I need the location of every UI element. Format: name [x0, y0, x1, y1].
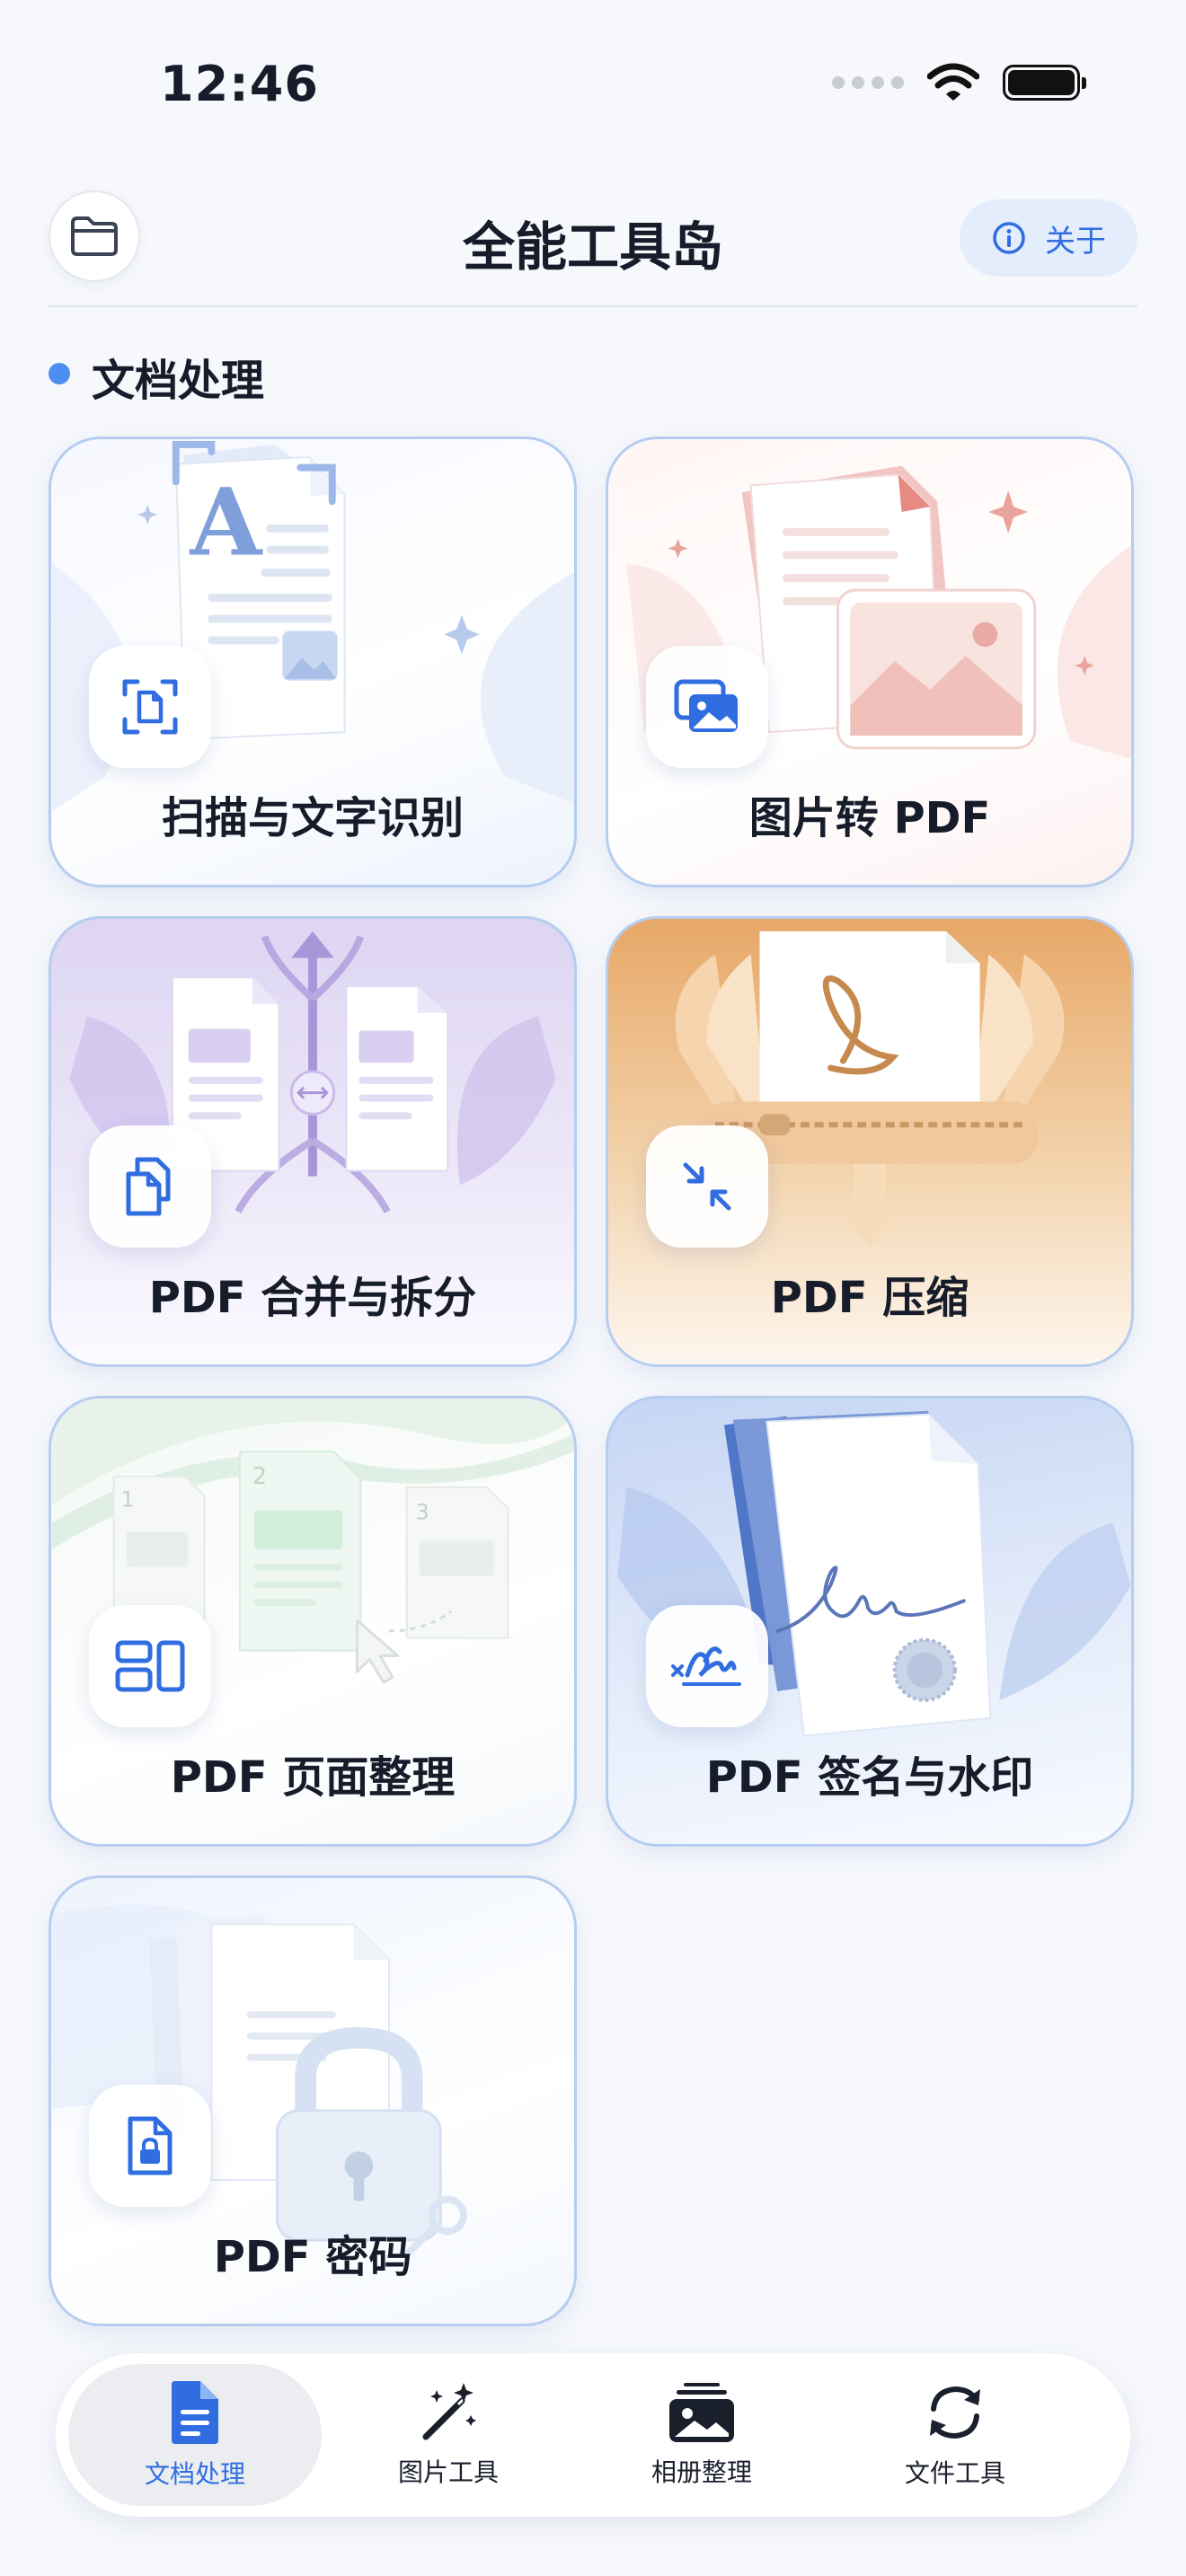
tool-card-label: PDF 合并与拆分 — [148, 1273, 477, 1323]
tool-card-pdf-password[interactable]: PDF 密码 — [49, 1875, 577, 2326]
cellular-icon — [832, 76, 904, 89]
status-icons — [832, 63, 1086, 102]
tool-card-pdf-sign-watermark[interactable]: PDF 签名与水印 — [606, 1396, 1134, 1847]
scan-document-icon — [89, 646, 211, 768]
locked-document-icon — [89, 2085, 211, 2207]
tool-card-scan-ocr[interactable]: A 扫描与文字识别 — [49, 437, 577, 887]
about-button[interactable]: 关于 — [960, 199, 1137, 277]
tool-card-pdf-merge-split[interactable]: PDF 合并与拆分 — [49, 916, 577, 1367]
tab-documents[interactable]: 文档处理 — [68, 2364, 322, 2506]
page-number: 2 — [252, 1463, 267, 1490]
tool-card-image-to-pdf[interactable]: 图片转 PDF — [606, 437, 1134, 887]
tab-file-tools[interactable]: 文件工具 — [828, 2364, 1082, 2506]
tool-card-label: 图片转 PDF — [748, 793, 991, 843]
tab-album-organize[interactable]: 相册整理 — [575, 2364, 828, 2506]
tab-label: 文件工具 — [904, 2458, 1005, 2488]
page-number: 3 — [416, 1499, 429, 1524]
tool-card-label: PDF 签名与水印 — [705, 1752, 1034, 1803]
tab-label: 文档处理 — [144, 2459, 245, 2489]
tab-label: 图片工具 — [397, 2457, 499, 2487]
copy-documents-icon — [89, 1125, 211, 1248]
wifi-icon — [927, 63, 979, 101]
section-dot — [49, 363, 70, 384]
section-title: 文档处理 — [92, 356, 265, 406]
status-time: 12:46 — [160, 56, 319, 112]
page-number: 1 — [121, 1487, 135, 1513]
info-icon — [993, 222, 1025, 254]
document-icon — [172, 2381, 218, 2444]
tool-card-label: PDF 密码 — [213, 2232, 412, 2282]
compress-arrows-icon — [646, 1125, 768, 1248]
svg-text:A: A — [190, 469, 263, 577]
photo-album-icon — [669, 2383, 734, 2442]
signature-icon — [646, 1605, 768, 1727]
tool-card-pdf-page-organize[interactable]: 1 2 3 PDF 页面整理 — [49, 1396, 577, 1847]
header-divider — [49, 305, 1137, 307]
tab-bar: 文档处理 图片工具 相册整理 文件工具 — [56, 2353, 1130, 2517]
magic-wand-icon — [422, 2383, 476, 2440]
sync-arrows-icon — [930, 2386, 980, 2439]
tool-card-label: PDF 压缩 — [770, 1273, 969, 1323]
layout-blocks-icon — [89, 1605, 211, 1727]
battery-icon — [1003, 65, 1086, 101]
tab-label: 相册整理 — [651, 2457, 752, 2487]
tool-card-pdf-compress[interactable]: PDF 压缩 — [606, 916, 1134, 1367]
tool-card-label: 扫描与文字识别 — [161, 793, 464, 843]
tab-image-tools[interactable]: 图片工具 — [322, 2364, 575, 2506]
tool-card-label: PDF 页面整理 — [170, 1752, 456, 1803]
images-icon — [646, 646, 768, 768]
about-label: 关于 — [1045, 223, 1106, 260]
